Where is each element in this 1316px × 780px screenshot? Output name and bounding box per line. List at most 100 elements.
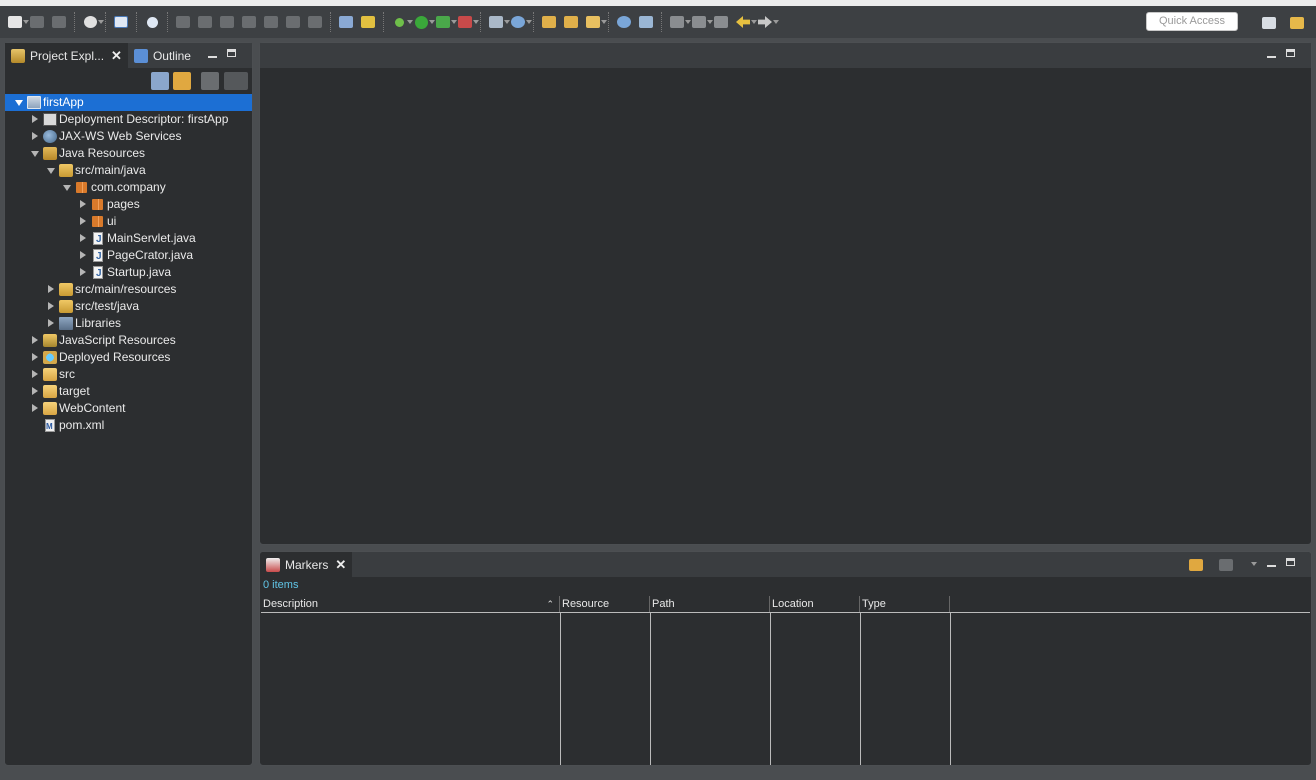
tree-node-pom-xml[interactable]: pom.xml [5,417,252,435]
tree-node-deployment-descriptor[interactable]: Deployment Descriptor: firstApp [5,111,252,128]
next-annotation-icon[interactable] [666,11,691,33]
minimize-icon[interactable] [1267,49,1276,58]
chevron-down-icon[interactable] [63,185,71,191]
tree-node-jax-ws[interactable]: JAX-WS Web Services [5,128,252,145]
tree-node-startup[interactable]: Startup.java [5,264,252,282]
debug-icon[interactable] [388,11,413,33]
step-over-icon[interactable] [282,11,304,33]
tab-project-explorer[interactable]: Project Expl... ✕ [5,43,128,68]
open-type-icon[interactable] [538,11,560,33]
tab-markers[interactable]: Markers ✕ [260,552,353,577]
chevron-right-icon[interactable] [32,353,38,361]
chevron-right-icon[interactable] [80,217,86,225]
minimize-icon[interactable] [1267,558,1276,567]
chevron-right-icon[interactable] [80,268,86,276]
column-header-description[interactable]: Description ⌃ [261,596,560,612]
chevron-right-icon[interactable] [48,285,54,293]
column-header-location[interactable]: Location [770,596,860,612]
tree-node-webcontent[interactable]: WebContent [5,400,252,417]
new-wizard-icon[interactable] [4,11,29,33]
tree-node-pages[interactable]: pages [5,196,252,213]
collapse-all-icon[interactable] [151,72,169,90]
chevron-right-icon[interactable] [32,370,38,378]
view-menu-icon[interactable] [224,72,248,90]
chevron-right-icon[interactable] [80,200,86,208]
external-tools-icon[interactable] [454,11,479,33]
tree-node-target[interactable]: target [5,383,252,400]
minimize-icon[interactable] [208,49,217,58]
chevron-right-icon[interactable] [80,234,86,242]
resume-icon[interactable] [172,11,194,33]
tree-node-java-resources[interactable]: Java Resources [5,145,252,162]
chevron-right-icon[interactable] [32,387,38,395]
tab-outline[interactable]: Outline [128,43,197,68]
open-perspective-icon[interactable] [1258,12,1280,34]
open-web-browser-icon[interactable] [613,11,635,33]
open-perspective-tool-icon[interactable] [635,11,657,33]
maximize-icon[interactable] [1286,49,1295,57]
run-icon[interactable] [410,11,435,33]
step-into-icon[interactable] [260,11,282,33]
tree-node-libraries[interactable]: Libraries [5,315,252,332]
tree-node-src-main-resources[interactable]: src/main/resources [5,281,252,298]
new-web-service-icon[interactable] [507,11,532,33]
chevron-right-icon[interactable] [32,132,38,140]
focus-icon[interactable] [1215,554,1237,576]
back-arrow-icon[interactable] [732,11,757,33]
view-menu-chevron-down-icon[interactable] [1243,554,1265,576]
link-with-editor-icon[interactable] [173,72,191,90]
chevron-down-icon[interactable] [31,151,39,157]
new-server-icon[interactable] [485,11,510,33]
editor-area[interactable] [259,42,1312,545]
column-header-type[interactable]: Type [860,596,950,612]
chevron-right-icon[interactable] [48,319,54,327]
column-header-path[interactable]: Path [650,596,770,612]
source-folder-icon [59,283,73,296]
toolbar-separator [480,12,481,32]
drop-to-frame-icon[interactable] [357,11,379,33]
focus-on-active-task-icon[interactable] [201,72,219,90]
quick-access-input[interactable]: Quick Access [1146,12,1238,31]
chevron-down-icon[interactable] [47,168,55,174]
chevron-right-icon[interactable] [32,404,38,412]
tree-node-pagecrator[interactable]: PageCrator.java [5,247,252,265]
column-header-resource[interactable]: Resource [560,596,650,612]
close-icon[interactable]: ✕ [111,48,122,64]
chevron-down-icon[interactable] [15,100,23,106]
view-menu-filter-icon[interactable] [1185,554,1207,576]
maximize-icon[interactable] [227,49,236,57]
last-edit-location-icon[interactable] [710,11,732,33]
outline-icon [133,48,148,63]
forward-arrow-icon[interactable] [754,11,779,33]
step-return-icon[interactable] [304,11,326,33]
tree-node-ui[interactable]: ui [5,213,252,230]
search-icon[interactable] [582,11,607,33]
tree-node-src[interactable]: src [5,366,252,383]
disconnect-icon[interactable] [238,11,260,33]
tree-node-javascript-resources[interactable]: JavaScript Resources [5,332,252,349]
skip-breakpoints-icon[interactable] [141,11,163,33]
save-icon[interactable] [26,11,48,33]
tree-node-deployed-resources[interactable]: Deployed Resources [5,349,252,366]
previous-annotation-icon[interactable] [688,11,713,33]
close-icon[interactable]: ✕ [335,557,346,573]
open-task-icon[interactable] [560,11,582,33]
tree-node-src-test-java[interactable]: src/test/java [5,298,252,315]
tree-node-src-main-java[interactable]: src/main/java [5,162,252,179]
use-step-filters-icon[interactable] [335,11,357,33]
tree-node-com-company[interactable]: com.company [5,179,252,196]
chevron-right-icon[interactable] [48,302,54,310]
chevron-right-icon[interactable] [32,336,38,344]
maximize-icon[interactable] [1286,558,1295,566]
save-all-icon[interactable] [48,11,70,33]
java-ee-perspective-icon[interactable] [1286,12,1308,34]
suspend-icon[interactable] [194,11,216,33]
terminate-icon[interactable] [216,11,238,33]
run-server-icon[interactable] [432,11,457,33]
tree-node-firstapp[interactable]: firstApp [5,94,252,111]
tree-node-mainservlet[interactable]: MainServlet.java [5,230,252,248]
toggle-breadcrumb-icon[interactable] [110,11,132,33]
chevron-right-icon[interactable] [32,115,38,123]
account-icon[interactable] [79,11,104,33]
chevron-right-icon[interactable] [80,251,86,259]
